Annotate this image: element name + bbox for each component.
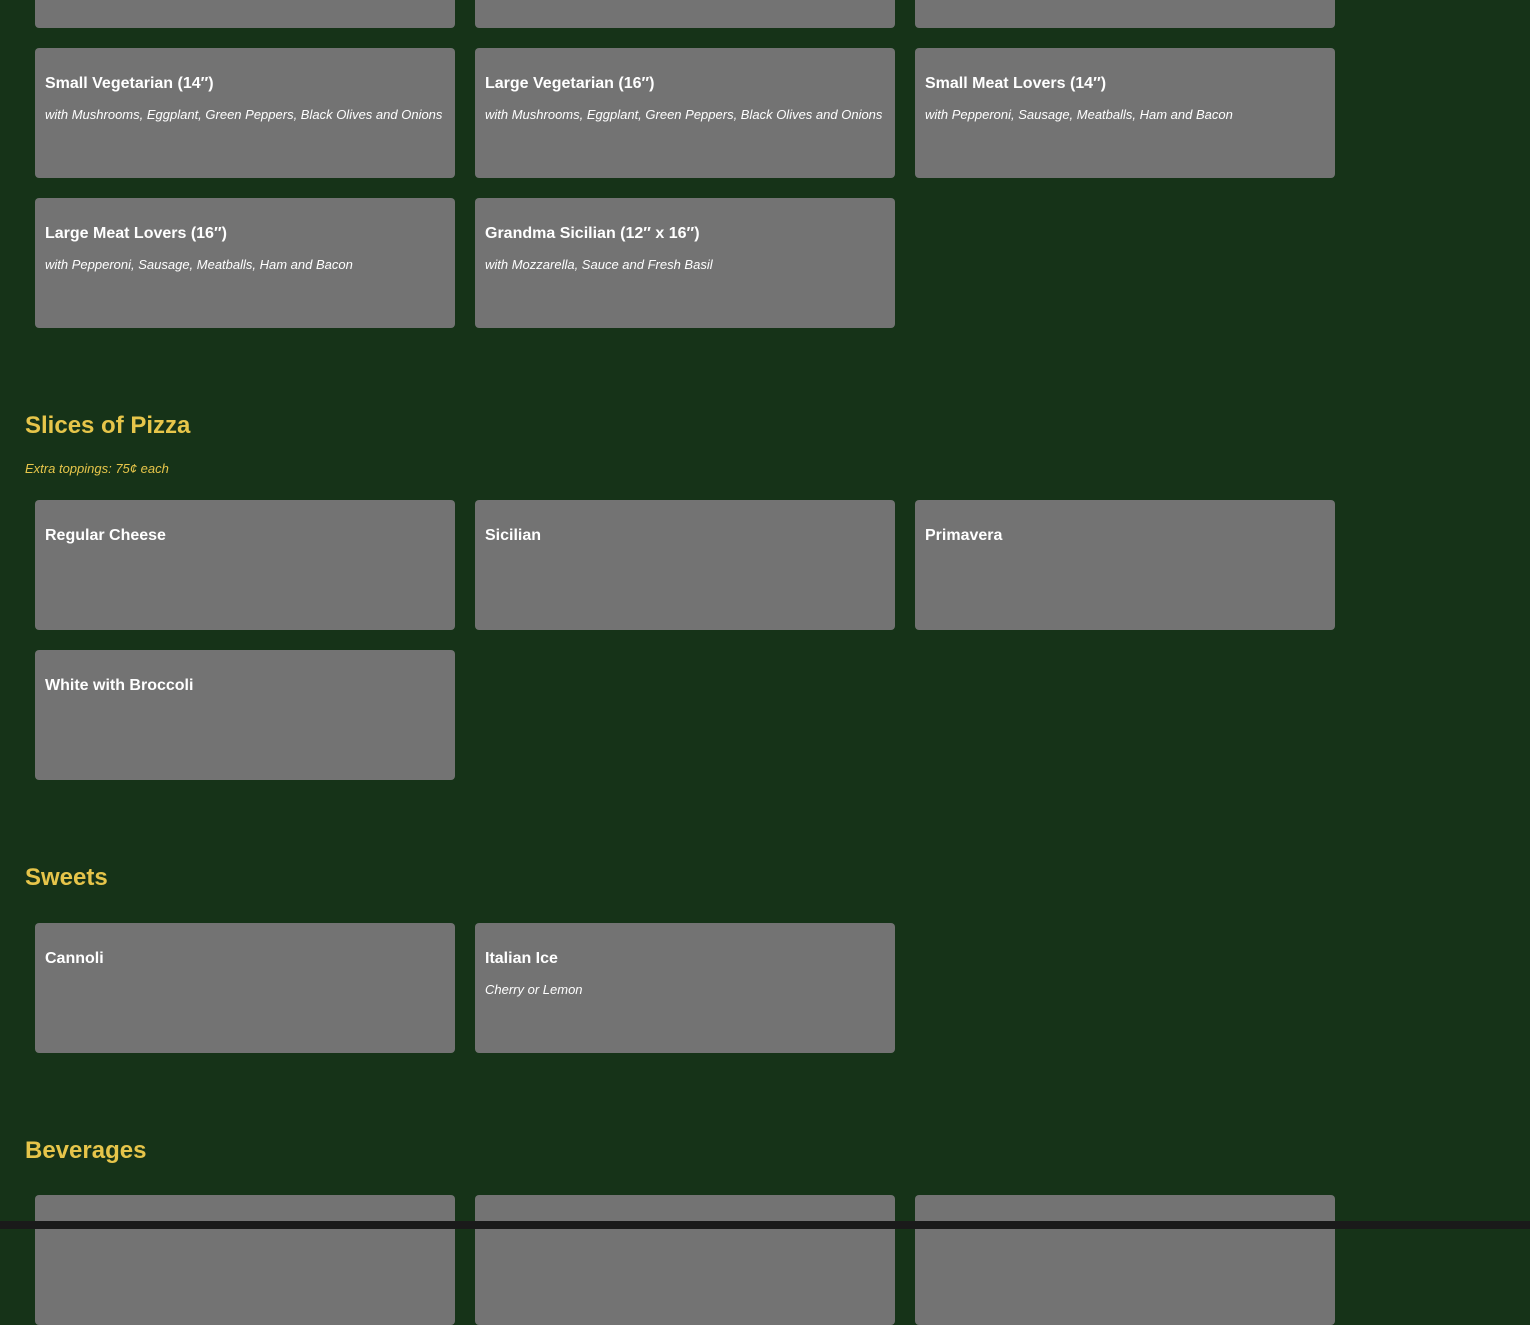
menu-item-description: Cherry or Lemon <box>485 982 583 997</box>
menu-item-card[interactable] <box>475 0 895 28</box>
menu-item-card[interactable]: Italian Ice Cherry or Lemon <box>475 923 895 1053</box>
menu-item-card[interactable] <box>35 0 455 28</box>
section-title-sweets: Sweets <box>25 864 108 891</box>
menu-item-title: Primavera <box>925 527 1003 544</box>
menu-item-title: Small Vegetarian (14″) <box>45 75 214 92</box>
menu-item-card[interactable]: Large Vegetarian (16″) with Mushrooms, E… <box>475 48 895 178</box>
menu-item-description: with Mushrooms, Eggplant, Green Peppers,… <box>45 107 443 122</box>
menu-item-title: White with Broccoli <box>45 677 194 694</box>
bottom-edge-bar <box>0 1221 1530 1229</box>
menu-item-title: Large Vegetarian (16″) <box>485 75 655 92</box>
menu-item-card[interactable] <box>915 0 1335 28</box>
menu-item-card[interactable]: Primavera <box>915 500 1335 630</box>
menu-item-card[interactable]: Cannoli <box>35 923 455 1053</box>
menu-item-card[interactable]: Large Meat Lovers (16″) with Pepperoni, … <box>35 198 455 328</box>
menu-item-description: with Pepperoni, Sausage, Meatballs, Ham … <box>45 257 353 272</box>
menu-item-description: with Mushrooms, Eggplant, Green Peppers,… <box>485 107 883 122</box>
menu-item-card[interactable] <box>915 1195 1335 1325</box>
menu-item-title: Sicilian <box>485 527 542 544</box>
menu-item-card[interactable]: Small Meat Lovers (14″) with Pepperoni, … <box>915 48 1335 178</box>
menu-item-card[interactable] <box>35 1195 455 1325</box>
section-note-extra-toppings: Extra toppings: 75¢ each <box>25 461 169 476</box>
menu-item-card[interactable]: Grandma Sicilian (12″ x 16″) with Mozzar… <box>475 198 895 328</box>
menu-item-title: Large Meat Lovers (16″) <box>45 225 227 242</box>
section-title-beverages: Beverages <box>25 1137 147 1164</box>
menu-item-description: with Pepperoni, Sausage, Meatballs, Ham … <box>925 107 1233 122</box>
menu-item-title: Small Meat Lovers (14″) <box>925 75 1107 92</box>
menu-item-card[interactable] <box>475 1195 895 1325</box>
menu-item-description: with Mozzarella, Sauce and Fresh Basil <box>485 257 713 272</box>
menu-item-card[interactable]: Regular Cheese <box>35 500 455 630</box>
menu-item-title: Italian Ice <box>485 950 558 967</box>
menu-item-card[interactable]: White with Broccoli <box>35 650 455 780</box>
menu-item-title: Grandma Sicilian (12″ x 16″) <box>485 225 700 242</box>
menu-item-title: Regular Cheese <box>45 527 166 544</box>
menu-item-title: Cannoli <box>45 950 104 967</box>
section-title-slices: Slices of Pizza <box>25 412 191 439</box>
menu-item-card[interactable]: Small Vegetarian (14″) with Mushrooms, E… <box>35 48 455 178</box>
menu-item-card[interactable]: Sicilian <box>475 500 895 630</box>
